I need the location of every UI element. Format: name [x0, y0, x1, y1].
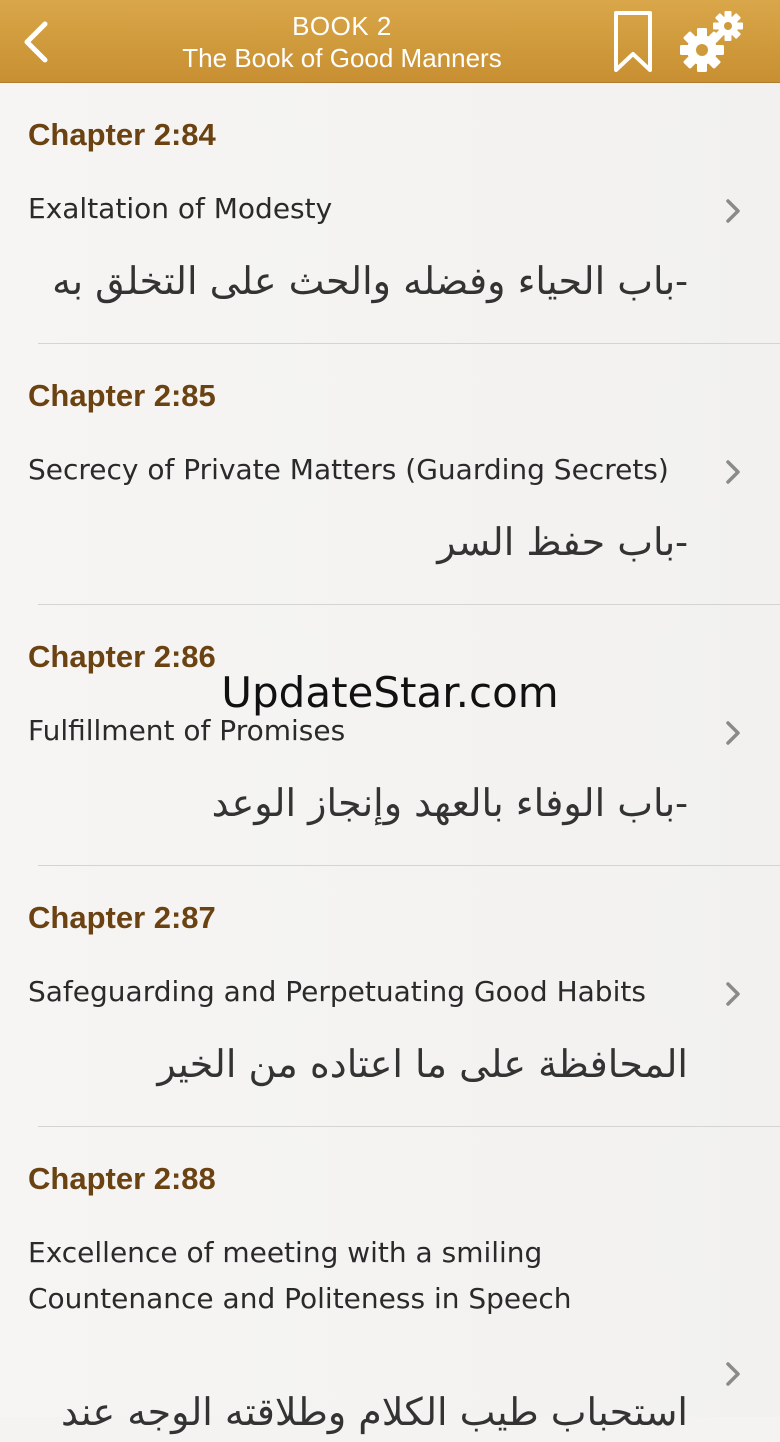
chevron-right-icon — [726, 721, 740, 745]
chapter-title-english: Excellence of meeting with a smiling Cou… — [28, 1236, 572, 1315]
navigation-bar: BOOK 2 The Book of Good Manners — [0, 0, 780, 83]
chapter-row[interactable]: Chapter 2:87 Safeguarding and Perpetuati… — [0, 866, 780, 1127]
chapter-number: Chapter 2:87 — [28, 900, 216, 935]
chevron-right-icon — [726, 199, 740, 223]
chapter-number: Chapter 2:88 — [28, 1161, 216, 1196]
chevron-left-icon — [24, 21, 48, 63]
chevron-right-icon — [726, 1362, 740, 1386]
book-title: The Book of Good Manners — [182, 43, 502, 73]
chapter-title-english: Secrecy of Private Matters (Guarding Sec… — [28, 453, 669, 486]
chapter-title-english: Safeguarding and Perpetuating Good Habit… — [28, 975, 646, 1008]
chapter-row[interactable]: Chapter 2:88 Excellence of meeting with … — [0, 1127, 780, 1434]
chapter-title-arabic: -باب الحياء وفضله والحث على التخلق به — [52, 259, 688, 303]
chapter-row[interactable]: Chapter 2:85 Secrecy of Private Matters … — [0, 344, 780, 605]
chapter-number: Chapter 2:84 — [28, 117, 216, 152]
chapter-title-arabic: -باب حفظ السر — [437, 520, 688, 564]
chapter-title-arabic: استحباب طيب الكلام وطلاقته الوجه عند — [61, 1390, 688, 1434]
chapter-list: Chapter 2:84 Exaltation of Modesty -باب … — [0, 83, 780, 1434]
chapter-title-arabic: المحافظة على ما اعتاده من الخير — [157, 1042, 688, 1086]
book-number: BOOK 2 — [292, 11, 392, 41]
chevron-right-icon — [726, 460, 740, 484]
bookmark-icon[interactable] — [610, 10, 656, 74]
chapter-title-english: Fulfillment of Promises — [28, 714, 346, 747]
chapter-number: Chapter 2:85 — [28, 378, 216, 413]
chapter-number: Chapter 2:86 — [28, 639, 216, 674]
back-button[interactable] — [14, 14, 58, 70]
gears-icon[interactable] — [676, 8, 746, 76]
chapter-title-arabic: -باب الوفاء بالعهد وإنجاز الوعد — [211, 781, 688, 825]
chapter-row[interactable]: Chapter 2:84 Exaltation of Modesty -باب … — [0, 83, 780, 344]
nav-title: BOOK 2 The Book of Good Manners — [130, 10, 554, 74]
chapter-row[interactable]: Chapter 2:86 Fulfillment of Promises -با… — [0, 605, 780, 866]
chevron-right-icon — [726, 982, 740, 1006]
chapter-title-english: Exaltation of Modesty — [28, 192, 333, 225]
